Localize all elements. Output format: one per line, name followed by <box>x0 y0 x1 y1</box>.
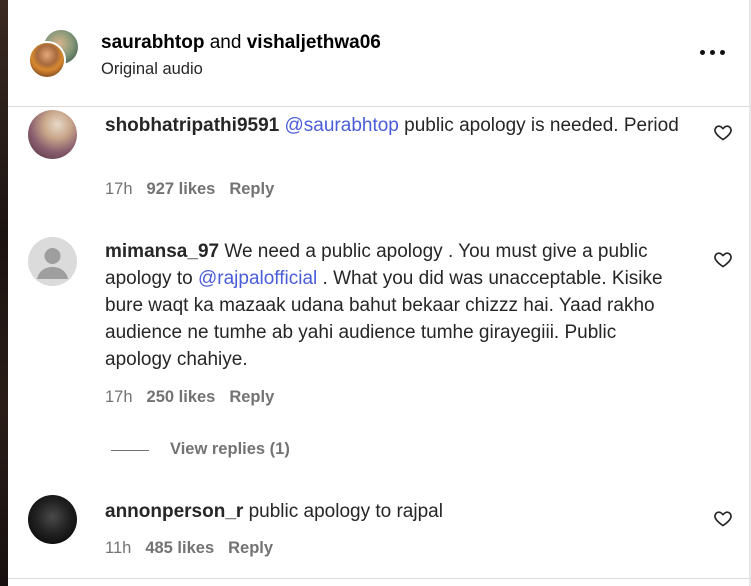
comment-text: annonperson_r public apology to rajpal <box>105 498 685 525</box>
comment-time: 17h <box>105 388 133 406</box>
comment-meta: 11h 485 likes Reply <box>105 539 273 558</box>
avatar-saurabhtop[interactable] <box>28 41 66 79</box>
comment-text-segment: public apology to rajpal <box>248 501 443 522</box>
comment-username[interactable]: mimansa_97 <box>105 241 219 262</box>
comment-text: shobhatripathi9591 @saurabhtop public ap… <box>105 112 685 139</box>
likes-count[interactable]: 250 likes <box>147 388 216 406</box>
and-text: and <box>209 32 242 53</box>
comment-username[interactable]: annonperson_r <box>105 501 243 522</box>
reply-button[interactable]: Reply <box>228 539 273 557</box>
default-avatar-icon <box>28 237 77 286</box>
comment-body: @saurabhtop public apology is needed. Pe… <box>285 115 679 136</box>
heart-outline-icon[interactable] <box>713 508 733 528</box>
author-link-vishaljethwa06[interactable]: vishaljethwa06 <box>247 32 381 53</box>
mention-link[interactable]: @rajpalofficial <box>198 268 317 289</box>
comment-text-segment: public apology is needed. Period <box>398 115 679 136</box>
comments-panel: saurabhtop and vishaljethwa06 Original a… <box>8 0 749 586</box>
comment-time: 17h <box>105 180 133 198</box>
avatar[interactable] <box>28 237 77 286</box>
comment-body: public apology to rajpal <box>249 501 443 522</box>
audio-link[interactable]: Original audio <box>101 60 203 79</box>
view-replies-button[interactable]: View replies (1) <box>170 440 290 459</box>
comment-username[interactable]: shobhatripathi9591 <box>105 115 279 136</box>
divider <box>8 578 749 579</box>
likes-count[interactable]: 927 likes <box>147 180 216 198</box>
avatar[interactable] <box>28 495 77 544</box>
heart-outline-icon[interactable] <box>713 122 733 142</box>
comment-time: 11h <box>105 539 132 557</box>
collab-avatars[interactable] <box>28 28 80 80</box>
comment-meta: 17h 250 likes Reply <box>105 388 274 407</box>
reply-button[interactable]: Reply <box>229 388 274 406</box>
reply-button[interactable]: Reply <box>229 180 274 198</box>
post-authors: saurabhtop and vishaljethwa06 <box>101 32 381 54</box>
likes-count[interactable]: 485 likes <box>145 539 214 557</box>
heart-outline-icon[interactable] <box>713 249 733 269</box>
avatar[interactable] <box>28 110 77 159</box>
replies-divider <box>111 450 149 451</box>
comment-text: mimansa_97 We need a public apology . Yo… <box>105 238 685 373</box>
background-edge <box>0 0 8 586</box>
comment-meta: 17h 927 likes Reply <box>105 180 274 199</box>
mention-link[interactable]: @saurabhtop <box>285 115 399 136</box>
author-link-saurabhtop[interactable]: saurabhtop <box>101 32 204 53</box>
more-options-icon[interactable] <box>698 40 728 66</box>
post-header: saurabhtop and vishaljethwa06 Original a… <box>8 0 749 107</box>
